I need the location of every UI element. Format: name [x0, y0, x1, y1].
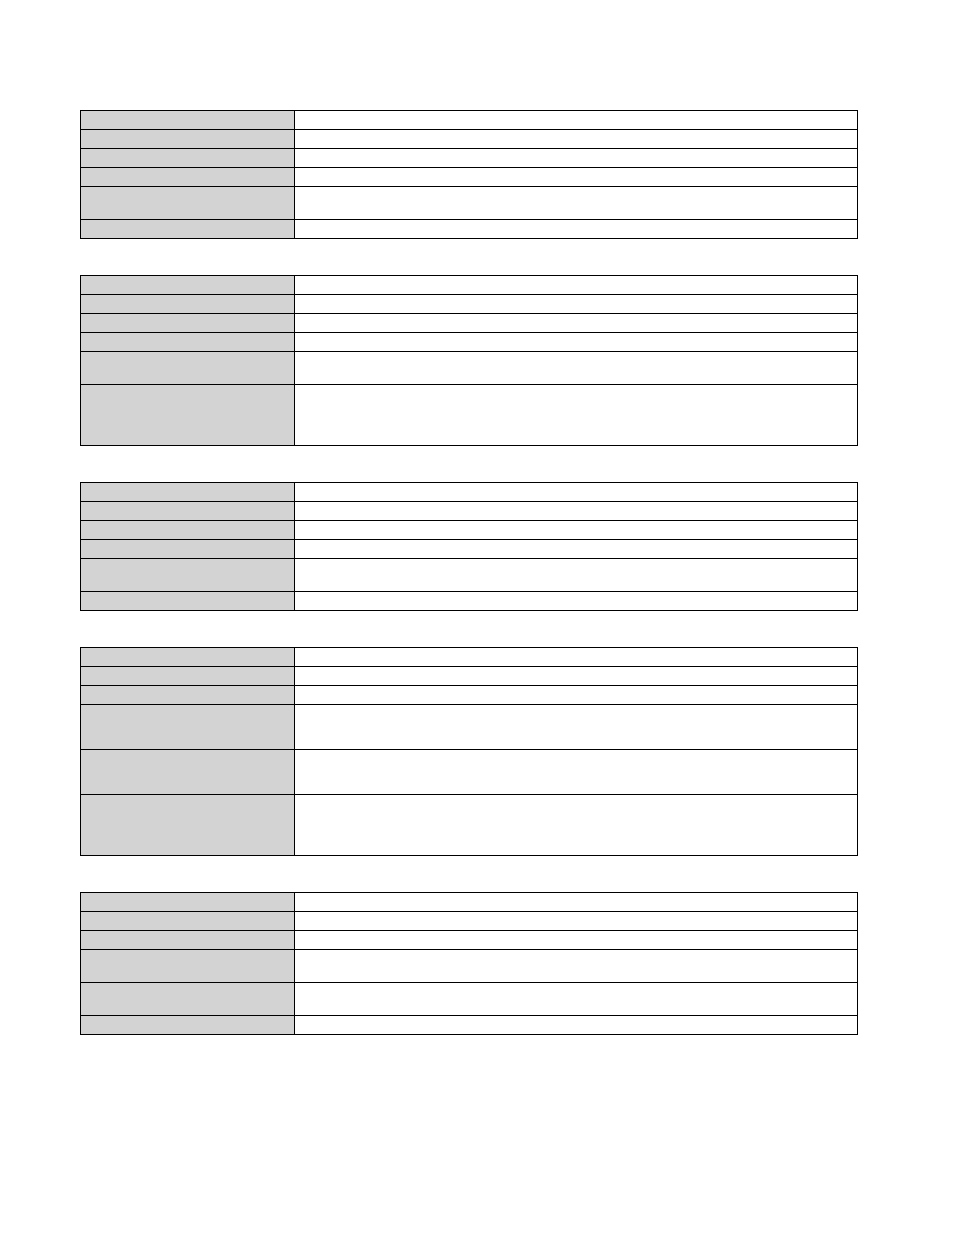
- table-row: [81, 352, 858, 385]
- row-value: [295, 333, 858, 352]
- table-row: [81, 483, 858, 502]
- row-value: [295, 187, 858, 220]
- form-table: [80, 647, 858, 856]
- row-value: [295, 385, 858, 446]
- row-label: [81, 559, 295, 592]
- row-value: [295, 483, 858, 502]
- table-row: [81, 931, 858, 950]
- form-table: [80, 482, 858, 611]
- table-row: [81, 333, 858, 352]
- row-label: [81, 592, 295, 611]
- form-table: [80, 110, 858, 239]
- row-label: [81, 314, 295, 333]
- row-label: [81, 483, 295, 502]
- table-row: [81, 648, 858, 667]
- row-value: [295, 931, 858, 950]
- table-row: [81, 276, 858, 295]
- table-row: [81, 667, 858, 686]
- row-value: [295, 750, 858, 795]
- row-label: [81, 931, 295, 950]
- table-row: [81, 750, 858, 795]
- form-table: [80, 892, 858, 1035]
- row-value: [295, 1016, 858, 1035]
- row-value: [295, 912, 858, 931]
- table-row: [81, 893, 858, 912]
- row-value: [295, 893, 858, 912]
- row-value: [295, 795, 858, 856]
- table-row: [81, 314, 858, 333]
- form-table: [80, 275, 858, 446]
- row-label: [81, 168, 295, 187]
- row-label: [81, 893, 295, 912]
- row-value: [295, 295, 858, 314]
- row-label: [81, 686, 295, 705]
- row-label: [81, 1016, 295, 1035]
- row-value: [295, 130, 858, 149]
- row-label: [81, 521, 295, 540]
- row-label: [81, 333, 295, 352]
- row-value: [295, 540, 858, 559]
- table-row: [81, 705, 858, 750]
- table-row: [81, 983, 858, 1016]
- row-label: [81, 912, 295, 931]
- row-value: [295, 592, 858, 611]
- table-row: [81, 168, 858, 187]
- row-value: [295, 686, 858, 705]
- table-row: [81, 502, 858, 521]
- row-value: [295, 502, 858, 521]
- table-row: [81, 385, 858, 446]
- row-label: [81, 705, 295, 750]
- table-row: [81, 521, 858, 540]
- row-value: [295, 559, 858, 592]
- row-value: [295, 111, 858, 130]
- table-row: [81, 111, 858, 130]
- table-row: [81, 220, 858, 239]
- row-value: [295, 705, 858, 750]
- table-row: [81, 540, 858, 559]
- row-label: [81, 648, 295, 667]
- table-row: [81, 912, 858, 931]
- table-row: [81, 950, 858, 983]
- row-label: [81, 187, 295, 220]
- row-value: [295, 521, 858, 540]
- row-value: [295, 220, 858, 239]
- row-label: [81, 295, 295, 314]
- table-row: [81, 795, 858, 856]
- table-row: [81, 149, 858, 168]
- table-row: [81, 130, 858, 149]
- row-label: [81, 795, 295, 856]
- row-label: [81, 983, 295, 1016]
- row-label: [81, 750, 295, 795]
- row-label: [81, 667, 295, 686]
- row-value: [295, 168, 858, 187]
- row-label: [81, 220, 295, 239]
- row-value: [295, 950, 858, 983]
- row-value: [295, 314, 858, 333]
- row-label: [81, 276, 295, 295]
- row-label: [81, 149, 295, 168]
- document-page: [0, 0, 954, 1035]
- table-row: [81, 295, 858, 314]
- row-label: [81, 385, 295, 446]
- table-row: [81, 559, 858, 592]
- row-label: [81, 130, 295, 149]
- row-label: [81, 111, 295, 130]
- row-label: [81, 352, 295, 385]
- row-value: [295, 149, 858, 168]
- table-row: [81, 1016, 858, 1035]
- row-value: [295, 983, 858, 1016]
- row-label: [81, 950, 295, 983]
- row-value: [295, 276, 858, 295]
- table-row: [81, 187, 858, 220]
- row-value: [295, 352, 858, 385]
- row-value: [295, 648, 858, 667]
- table-row: [81, 592, 858, 611]
- row-value: [295, 667, 858, 686]
- row-label: [81, 502, 295, 521]
- row-label: [81, 540, 295, 559]
- table-row: [81, 686, 858, 705]
